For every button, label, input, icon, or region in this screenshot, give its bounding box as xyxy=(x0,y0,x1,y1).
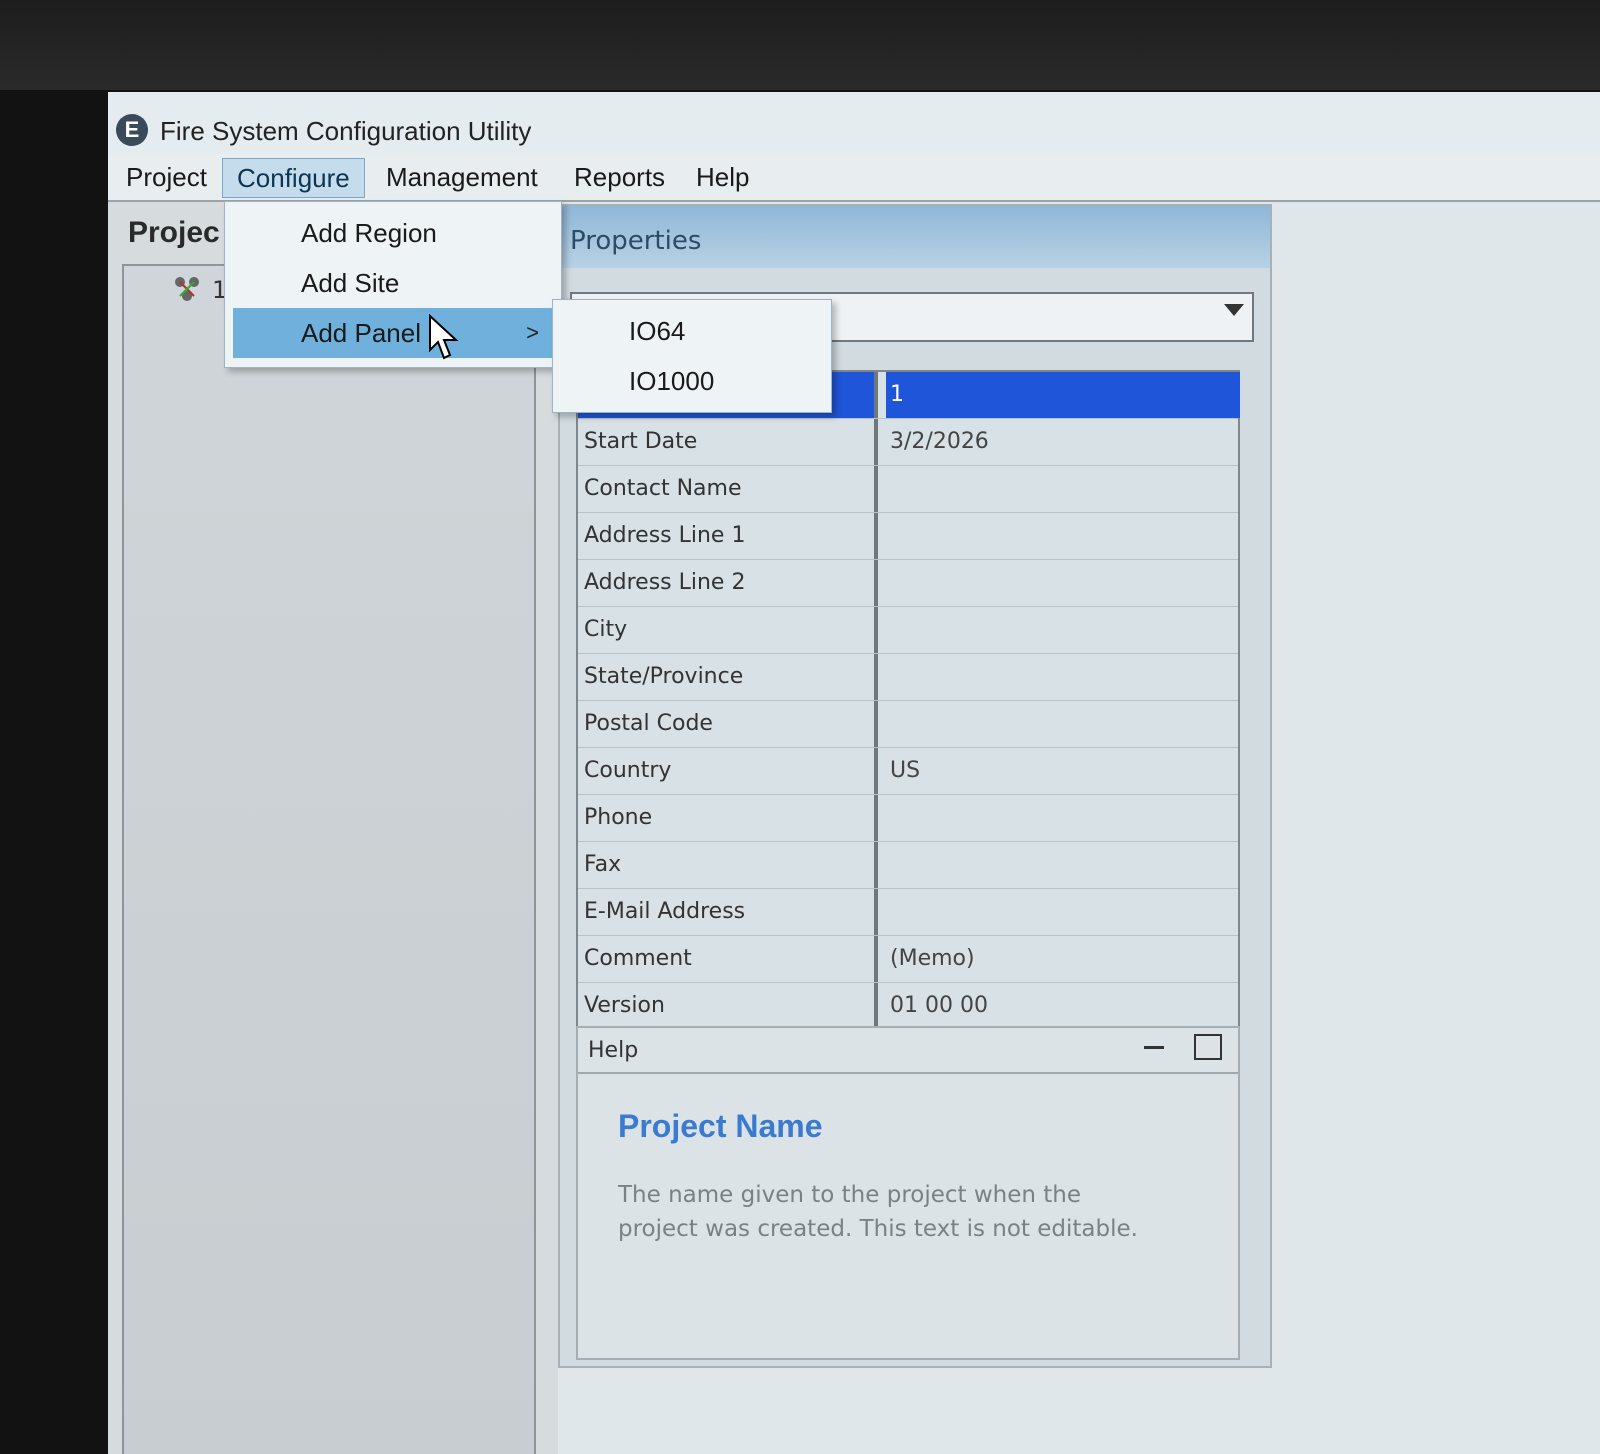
menu-item-add-region[interactable]: Add Region xyxy=(225,208,561,258)
property-row[interactable]: City xyxy=(578,607,1238,654)
configure-dropdown-menu: Add Region Add Site Add Panel > xyxy=(224,201,562,368)
property-value[interactable]: US xyxy=(886,748,1240,794)
help-titlebar: Help xyxy=(578,1028,1238,1074)
minimize-icon[interactable] xyxy=(1144,1046,1164,1049)
property-name: Start Date xyxy=(578,419,878,465)
mouse-cursor-icon xyxy=(429,314,459,360)
submenu-item-io64[interactable]: IO64 xyxy=(553,306,831,356)
property-value[interactable]: 3/2/2026 xyxy=(886,419,1240,465)
property-row[interactable]: Postal Code xyxy=(578,701,1238,748)
property-row[interactable]: Country US xyxy=(578,748,1238,795)
property-row[interactable]: Comment (Memo) xyxy=(578,936,1238,983)
project-node-icon xyxy=(172,274,202,304)
property-name: State/Province xyxy=(578,654,878,700)
menu-project[interactable]: Project xyxy=(112,158,221,196)
help-description: The name given to the project when the p… xyxy=(618,1182,1138,1242)
property-value[interactable] xyxy=(886,889,1240,935)
property-value[interactable] xyxy=(886,701,1240,747)
property-value[interactable] xyxy=(886,795,1240,841)
project-pane: Projec 1 xyxy=(108,202,558,1454)
property-name: Version xyxy=(578,983,878,1029)
property-name: Fax xyxy=(578,842,878,888)
properties-header: Properties xyxy=(560,206,1270,268)
monitor-bezel xyxy=(0,0,1600,90)
property-name: Comment xyxy=(578,936,878,982)
property-grid: 1 Start Date 3/2/2026 Contact Name Addre… xyxy=(576,370,1240,1032)
menu-reports[interactable]: Reports xyxy=(560,158,679,196)
project-pane-heading: Projec xyxy=(128,216,220,249)
property-value[interactable] xyxy=(886,513,1240,559)
help-heading: Project Name xyxy=(618,1108,823,1144)
properties-title: Properties xyxy=(570,226,702,256)
maximize-icon[interactable] xyxy=(1194,1034,1222,1060)
menu-bar: Project Configure Management Reports Hel… xyxy=(108,154,1600,202)
property-row[interactable]: Phone xyxy=(578,795,1238,842)
property-value[interactable] xyxy=(886,654,1240,700)
property-name: Country xyxy=(578,748,878,794)
title-bar: E Fire System Configuration Utility xyxy=(108,92,1600,162)
chevron-down-icon[interactable] xyxy=(1224,304,1244,316)
menu-item-add-site[interactable]: Add Site xyxy=(225,258,561,308)
menu-item-add-panel-label: Add Panel xyxy=(301,318,421,348)
property-row[interactable]: Start Date 3/2/2026 xyxy=(578,419,1238,466)
property-name: City xyxy=(578,607,878,653)
property-name: Address Line 2 xyxy=(578,560,878,606)
property-name: Postal Code xyxy=(578,701,878,747)
property-name: Address Line 1 xyxy=(578,513,878,559)
property-row[interactable]: Version 01 00 00 xyxy=(578,983,1238,1030)
add-panel-submenu: IO64 IO1000 xyxy=(552,299,832,413)
submenu-arrow-icon: > xyxy=(526,320,539,345)
help-title: Help xyxy=(588,1038,639,1063)
property-row[interactable]: Fax xyxy=(578,842,1238,889)
property-row[interactable]: E-Mail Address xyxy=(578,889,1238,936)
property-name: E-Mail Address xyxy=(578,889,878,935)
window-title: Fire System Configuration Utility xyxy=(160,116,532,146)
property-value[interactable] xyxy=(886,607,1240,653)
menu-help[interactable]: Help xyxy=(682,158,763,196)
property-row[interactable]: Address Line 2 xyxy=(578,560,1238,607)
property-name: Phone xyxy=(578,795,878,841)
property-value[interactable]: (Memo) xyxy=(886,936,1240,982)
property-value[interactable] xyxy=(886,466,1240,512)
project-tree[interactable]: 1 xyxy=(122,264,536,1454)
menu-management[interactable]: Management xyxy=(372,158,552,196)
property-value[interactable]: 01 00 00 xyxy=(886,983,1240,1029)
app-window: E Fire System Configuration Utility Proj… xyxy=(108,92,1600,1454)
help-panel: Help Project Name The name given to the … xyxy=(576,1026,1240,1360)
property-value[interactable] xyxy=(886,842,1240,888)
menu-configure[interactable]: Configure xyxy=(222,158,365,198)
property-name: Contact Name xyxy=(578,466,878,512)
menu-item-add-panel[interactable]: Add Panel > xyxy=(233,308,555,358)
submenu-item-io1000[interactable]: IO1000 xyxy=(553,356,831,406)
property-value[interactable]: 1 xyxy=(886,372,1240,418)
property-row[interactable]: Address Line 1 xyxy=(578,513,1238,560)
property-value[interactable] xyxy=(886,560,1240,606)
app-logo-icon: E xyxy=(116,114,148,146)
property-row[interactable]: Contact Name xyxy=(578,466,1238,513)
property-row[interactable]: State/Province xyxy=(578,654,1238,701)
